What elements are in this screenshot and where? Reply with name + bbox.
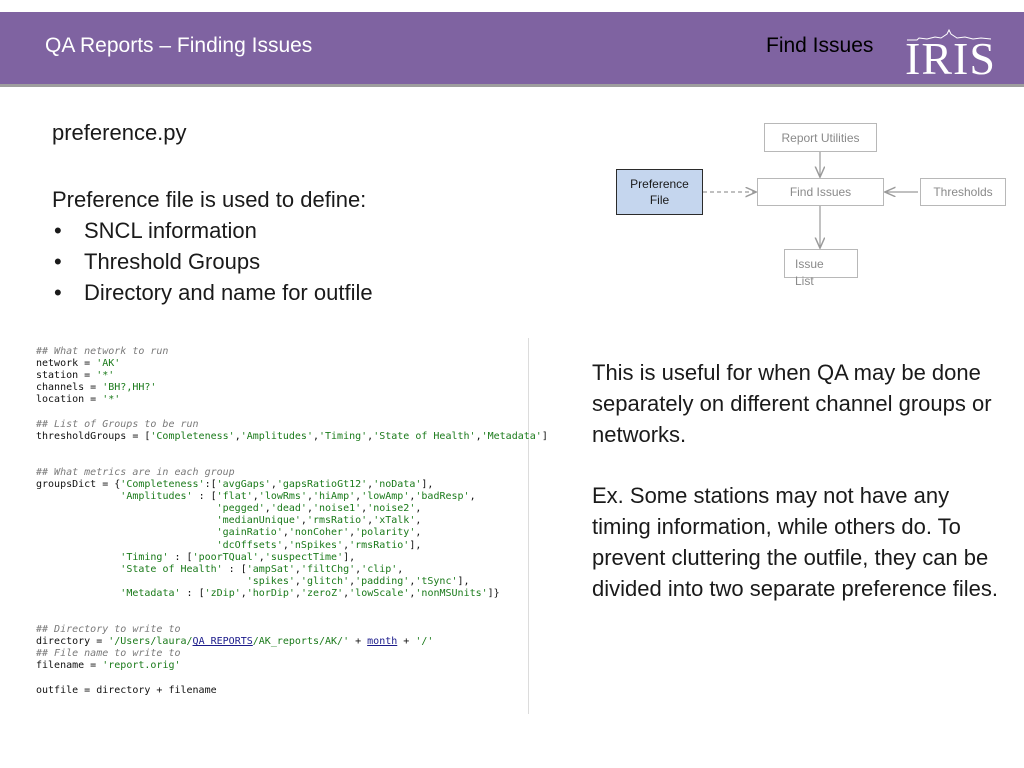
slide-header: QA Reports – Finding Issues Find Issues … bbox=[0, 12, 1024, 87]
slide-title: QA Reports – Finding Issues bbox=[45, 34, 313, 57]
code-line: network = 'AK' bbox=[36, 358, 121, 370]
issue-list-node: Issue List bbox=[784, 249, 858, 288]
code-line: ## Directory to write to bbox=[36, 624, 181, 636]
code-line: 'spikes','glitch','padding','tSync'], bbox=[246, 575, 470, 587]
code-block: ## What network to run network = 'AK' st… bbox=[36, 346, 548, 697]
list-item: • Directory and name for outfile bbox=[54, 280, 373, 305]
iris-logo: IRIS bbox=[905, 22, 995, 92]
section-label: Find Issues bbox=[766, 34, 874, 57]
code-line: ## List of Groups to be run bbox=[36, 418, 199, 430]
code-line: 'pegged','dead','noise1','noise2', bbox=[216, 503, 422, 515]
list-item: • Threshold Groups bbox=[54, 249, 261, 274]
report-utilities-node: Report Utilities bbox=[764, 123, 877, 152]
code-line: ## File name to write to bbox=[36, 648, 181, 660]
code-snippet-panel: ## What network to run network = 'AK' st… bbox=[30, 338, 548, 714]
code-line: 'gainRatio','nonCoher','polarity', bbox=[216, 527, 422, 539]
usage-paragraph: This is useful for when QA may be done s… bbox=[592, 360, 992, 447]
example-paragraph: Ex. Some stations may not have any timin… bbox=[592, 483, 999, 601]
definition-list: • SNCL information • Threshold Groups • Dir… bbox=[52, 215, 373, 308]
code-line: 'dcOffsets','nSpikes','rmsRatio'], bbox=[216, 539, 422, 551]
file-name-heading: preference.py bbox=[52, 120, 187, 145]
code-line: groupsDict = {'Completeness':['avgGaps',… bbox=[36, 479, 434, 491]
code-line: 'State of Health' : ['ampSat','filtChg',… bbox=[120, 563, 404, 575]
code-line: directory = '/Users/laura/QA REPORTS/AK_… bbox=[36, 636, 434, 648]
code-line: outfile = directory + filename bbox=[36, 684, 217, 696]
code-line: location = '*' bbox=[36, 394, 121, 406]
code-line: ## What network to run bbox=[36, 346, 169, 357]
code-line: 'Timing' : ['poorTQual','suspectTime'], bbox=[120, 551, 356, 563]
thresholds-node: Thresholds bbox=[920, 178, 1006, 206]
code-line: 'Amplitudes' : ['flat','lowRms','hiAmp',… bbox=[120, 491, 476, 503]
code-line: channels = 'BH?,HH?' bbox=[36, 382, 157, 394]
code-line: thresholdGroups = ['Completeness','Ampli… bbox=[36, 430, 548, 442]
code-line: 'medianUnique','rmsRatio','xTalk', bbox=[216, 515, 422, 527]
top-strip bbox=[0, 0, 1024, 12]
intro-text: Preference file is used to define: bbox=[52, 187, 367, 212]
logo-text: IRIS bbox=[905, 33, 996, 84]
code-line: ## What metrics are in each group bbox=[36, 466, 235, 478]
find-issues-node: Find Issues bbox=[757, 178, 884, 206]
preference-file-node: Preference File bbox=[616, 169, 703, 215]
list-item: • SNCL information bbox=[54, 218, 257, 243]
code-line: filename = 'report.orig' bbox=[36, 660, 181, 672]
code-line: 'Metadata' : ['zDip','horDip','zeroZ','l… bbox=[120, 587, 500, 599]
code-line: station = '*' bbox=[36, 370, 115, 382]
